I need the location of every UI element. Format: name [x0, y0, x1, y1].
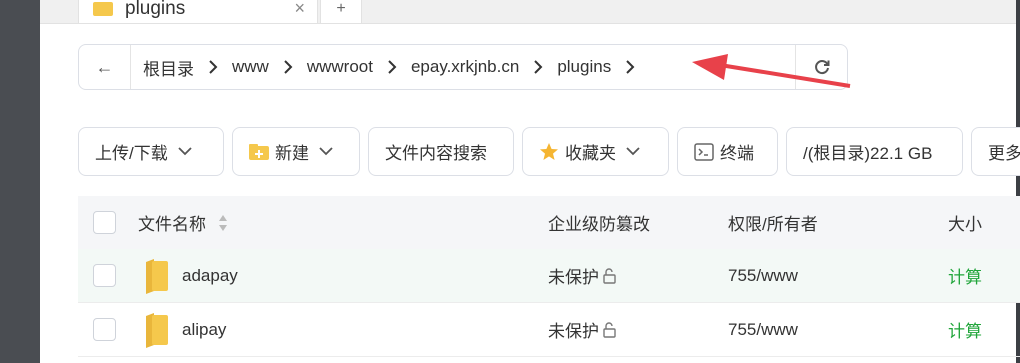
folder-icon	[93, 1, 113, 16]
sort-icon[interactable]	[218, 214, 228, 232]
star-icon	[539, 142, 559, 162]
table-header: 文件名称 企业级防篡改 权限/所有者 大小	[78, 196, 1020, 249]
header-name-label: 文件名称	[138, 215, 206, 234]
breadcrumb-item-plugins[interactable]: plugins	[553, 57, 615, 77]
folder-icon	[146, 312, 168, 348]
new-button[interactable]: 新建	[232, 127, 360, 176]
chevron-down-icon	[178, 147, 192, 156]
tab-label: plugins	[125, 0, 186, 19]
unlock-icon[interactable]	[602, 321, 618, 338]
terminal-label: 终端	[720, 144, 754, 163]
select-all-checkbox[interactable]	[93, 211, 116, 234]
chevron-right-icon[interactable]	[281, 59, 295, 75]
add-tab-button[interactable]: +	[320, 0, 362, 24]
row-checkbox[interactable]	[93, 318, 116, 341]
header-name[interactable]: 文件名称	[116, 210, 548, 235]
new-folder-icon	[249, 143, 269, 161]
disk-usage-label: /(根目录)22.1 GB	[803, 144, 933, 163]
left-sidebar-edge	[0, 0, 40, 363]
chevron-down-icon	[319, 147, 333, 156]
file-toolbar: 上传/下载 新建 文件内容搜索 收藏夹 终端 /(根目录)22.1 GB 更多	[78, 127, 1020, 176]
chevron-right-icon[interactable]	[385, 59, 399, 75]
more-button[interactable]: 更多	[971, 127, 1020, 176]
file-name-cell[interactable]: alipay	[116, 312, 548, 348]
protection-status: 未保护	[548, 322, 599, 341]
back-button[interactable]: ←	[79, 45, 131, 89]
unlock-icon[interactable]	[602, 267, 618, 284]
file-table: 文件名称 企业级防篡改 权限/所有者 大小 adapay 未保护 755/www…	[78, 196, 1020, 357]
table-row[interactable]: adapay 未保护 755/www 计算	[78, 249, 1020, 303]
table-row[interactable]: alipay 未保护 755/www 计算	[78, 303, 1020, 357]
protection-cell: 未保护	[548, 317, 728, 342]
breadcrumb-item-site[interactable]: epay.xrkjnb.cn	[407, 57, 523, 77]
upload-download-label: 上传/下载	[95, 144, 168, 163]
back-arrow-icon: ←	[95, 56, 114, 77]
file-name[interactable]: adapay	[182, 266, 238, 286]
header-protection: 企业级防篡改	[548, 215, 650, 234]
chevron-right-icon[interactable]	[531, 59, 545, 75]
file-name-cell[interactable]: adapay	[116, 258, 548, 294]
tab-strip: plugins × +	[40, 0, 1016, 24]
chevron-right-icon[interactable]	[206, 59, 220, 75]
breadcrumb-item-www[interactable]: www	[228, 57, 273, 77]
upload-download-button[interactable]: 上传/下载	[78, 127, 224, 176]
permission-cell[interactable]: 755/www	[728, 266, 948, 286]
header-permission: 权限/所有者	[728, 215, 818, 234]
chevron-down-icon	[626, 147, 640, 156]
new-label: 新建	[275, 144, 309, 163]
annotation-arrow	[692, 54, 851, 88]
protection-status: 未保护	[548, 268, 599, 287]
more-label: 更多	[988, 144, 1020, 163]
disk-usage-button[interactable]: /(根目录)22.1 GB	[786, 127, 963, 176]
close-icon[interactable]: ×	[294, 0, 305, 19]
tab-plugins[interactable]: plugins ×	[78, 0, 318, 24]
protection-cell: 未保护	[548, 263, 728, 288]
chevron-right-icon[interactable]	[623, 59, 637, 75]
row-checkbox[interactable]	[93, 264, 116, 287]
favorites-button[interactable]: 收藏夹	[522, 127, 669, 176]
size-calc-link[interactable]: 计算	[948, 263, 998, 288]
breadcrumb-item-wwwroot[interactable]: wwwroot	[303, 57, 377, 77]
content-search-label: 文件内容搜索	[385, 144, 487, 163]
size-calc-link[interactable]: 计算	[948, 317, 998, 342]
folder-icon	[146, 258, 168, 294]
file-name[interactable]: alipay	[182, 320, 226, 340]
content-search-button[interactable]: 文件内容搜索	[368, 127, 514, 176]
permission-cell[interactable]: 755/www	[728, 320, 948, 340]
terminal-icon	[694, 142, 714, 161]
favorites-label: 收藏夹	[565, 144, 616, 163]
breadcrumb-item-root[interactable]: 根目录	[139, 55, 198, 80]
terminal-button[interactable]: 终端	[677, 127, 778, 176]
header-size[interactable]: 大小	[948, 210, 998, 235]
